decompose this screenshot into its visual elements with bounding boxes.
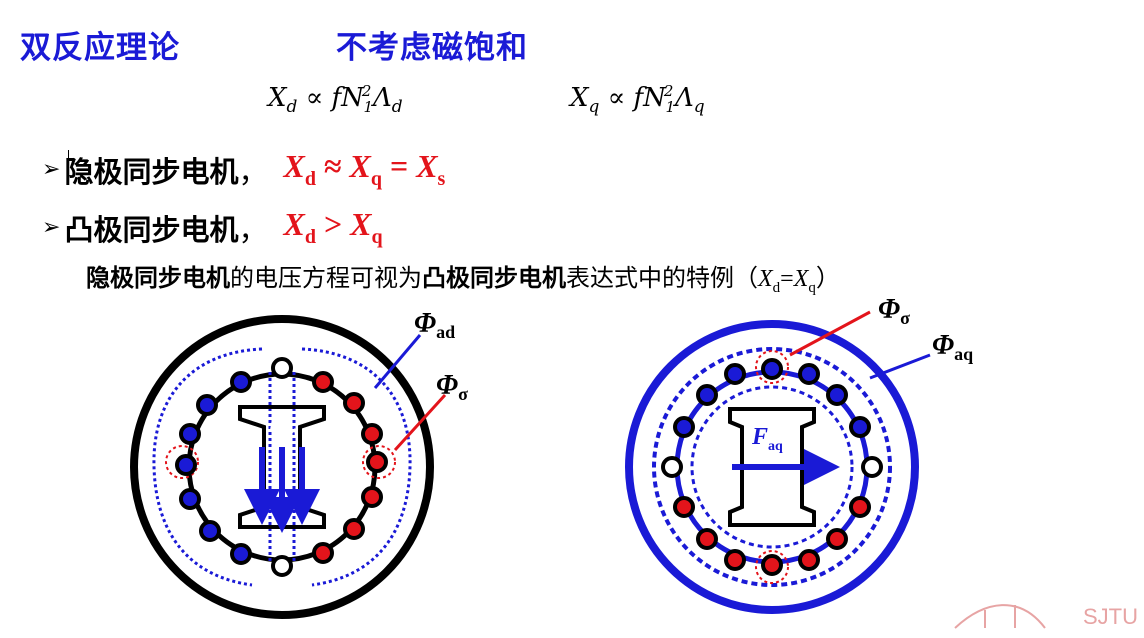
sjtu-logo-arch [954,604,1046,629]
title-double-reaction: 双反应理论 [20,30,180,66]
label-phi-ad: Φad [414,308,456,342]
title-no-saturation: 不考虑磁饱和 [336,30,528,66]
description-line: 隐极同步电机的电压方程可视为凸极同步电机表达式中的特例（Xd=Xq） [86,264,840,296]
formula-xq: Xq ∝ fN21Λq [570,82,705,118]
bullet-salient: ➢ 凸极同步电机 ， Xd > Xq [42,206,383,248]
bullet-cylindrical: ➢ 隐极同步电机 ， Xd ≈ Xq = Xs [42,148,446,190]
subscript-1: 1 [665,98,675,116]
bullet-label: 隐极同步电机 [64,154,239,189]
label-phi-aq: Φaq [932,330,974,364]
left-machine [130,315,434,619]
right-machine [625,320,919,614]
subscript-1: 1 [363,98,373,116]
bullet-arrow-icon: ➢ [42,157,61,182]
label-phi-sigma-right: Φσ [878,294,910,328]
formula-xd: Xd ∝ fN21Λd [268,82,403,118]
bullet-equation: Xd ≈ Xq = Xs [283,148,446,190]
label-phi-sigma-left: Φσ [436,370,468,404]
bullet-arrow-icon: ➢ [42,215,61,240]
sjtu-logo: SJTU [1083,604,1138,629]
bullet-label: 凸极同步电机 [64,212,239,247]
bullet-equation: Xd > Xq [283,206,383,248]
label-f-ad: Fad [268,412,298,442]
label-f-aq: Faq [752,424,783,454]
